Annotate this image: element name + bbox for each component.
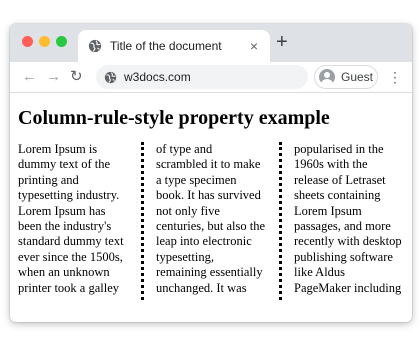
address-bar[interactable]: w3docs.com — [96, 65, 308, 89]
back-button[interactable]: ← — [22, 68, 37, 86]
minimize-window-button[interactable] — [39, 36, 50, 47]
url-text: w3docs.com — [124, 70, 191, 84]
page-content: Column-rule-style property example Lorem… — [10, 93, 412, 300]
close-window-button[interactable] — [22, 36, 33, 47]
avatar-icon — [319, 69, 335, 85]
globe-icon — [88, 39, 102, 53]
globe-icon — [104, 71, 117, 83]
multi-column-paragraph: Lorem Ipsum is dummy text of the printin… — [18, 142, 402, 295]
browser-toolbar: ← → ↻ w3docs.com Guest ⋮ — [10, 62, 412, 93]
forward-button[interactable]: → — [46, 68, 61, 86]
page-heading: Column-rule-style property example — [18, 107, 330, 129]
profile-name: Guest — [341, 70, 374, 84]
close-tab-icon[interactable]: × — [246, 38, 262, 54]
tab-bar: Title of the document × + — [10, 24, 412, 62]
maximize-window-button[interactable] — [56, 36, 67, 47]
tab-title: Title of the document — [110, 39, 222, 53]
profile-button[interactable]: Guest — [314, 65, 378, 89]
new-tab-button[interactable]: + — [276, 32, 288, 52]
browser-window: Title of the document × + ← → ↻ w3docs.c… — [10, 24, 412, 322]
reload-button[interactable]: ↻ — [70, 68, 83, 86]
more-menu-icon[interactable]: ⋮ — [388, 68, 402, 86]
browser-tab[interactable]: Title of the document × — [78, 30, 270, 62]
